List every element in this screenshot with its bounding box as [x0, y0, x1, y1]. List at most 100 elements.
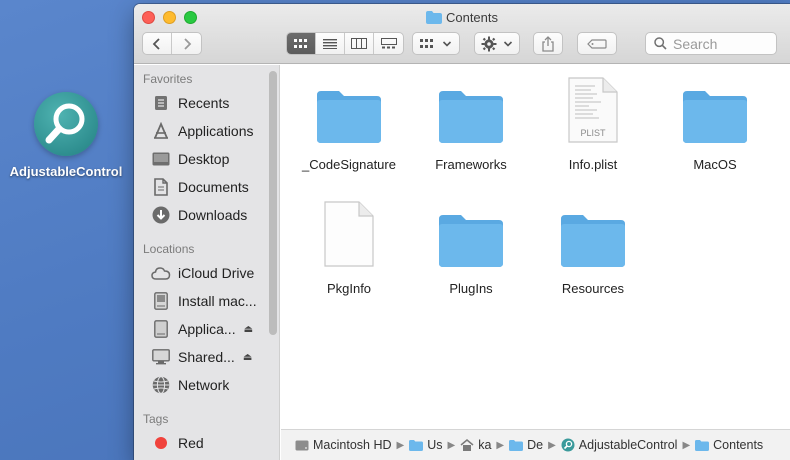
chevron-right-icon: [183, 37, 191, 50]
search-input[interactable]: [673, 35, 773, 52]
columns-icon: [351, 38, 367, 49]
forward-button[interactable]: [172, 33, 201, 54]
sidebar-item-label: Shared...: [178, 349, 235, 365]
sidebar-scrollbar[interactable]: [269, 71, 277, 335]
back-button[interactable]: [143, 33, 172, 54]
documents-icon: [151, 178, 171, 196]
gallery-view-button[interactable]: [374, 33, 403, 54]
sidebar-item-shared[interactable]: Shared... ⏏: [134, 343, 279, 371]
disk-icon: [151, 292, 171, 310]
file-item-macos[interactable]: MacOS: [659, 77, 771, 172]
home-icon: [460, 439, 474, 451]
eject-icon[interactable]: ⏏: [244, 324, 253, 335]
finder-window: Contents Search Favorites Recents Applic…: [134, 4, 790, 460]
path-crumb-label: Us: [427, 438, 443, 452]
file-item-pkginfo[interactable]: PkgInfo: [293, 201, 405, 296]
grid-icon: [420, 38, 433, 48]
path-crumb-label: AdjustableControl: [578, 438, 678, 452]
file-name: PkgInfo: [326, 281, 372, 296]
sidebar-item-applica[interactable]: Applica... ⏏: [134, 315, 279, 343]
list-icon: [323, 38, 337, 49]
document-icon: [293, 201, 405, 267]
sidebar-item-install-macos[interactable]: Install mac...: [134, 287, 279, 315]
chevron-right-icon: ▶: [496, 439, 505, 451]
sidebar-item-label: Documents: [178, 179, 249, 195]
window-title: Contents: [134, 10, 790, 27]
folder-icon: [409, 439, 424, 451]
folder-icon: [415, 77, 527, 143]
file-name: Frameworks: [435, 157, 507, 172]
sidebar-item-downloads[interactable]: Downloads: [134, 201, 279, 229]
gallery-icon: [380, 38, 397, 49]
app-icon: [561, 438, 575, 452]
sidebar: Favorites Recents Applications Desktop D…: [134, 65, 280, 460]
tag-dot-icon: [151, 434, 171, 452]
gear-icon: [481, 36, 497, 51]
globe-icon: [151, 376, 171, 394]
sidebar-heading-locations: Locations: [143, 242, 195, 256]
file-item-resources[interactable]: Resources: [537, 201, 649, 296]
plist-document-icon: PLIST: [537, 77, 649, 143]
file-item-plugins[interactable]: PlugIns: [415, 201, 527, 296]
sidebar-heading-tags: Tags: [143, 412, 169, 426]
sidebar-item-icloud-drive[interactable]: iCloud Drive: [134, 259, 279, 287]
icon-view-button[interactable]: [287, 33, 316, 54]
chevron-right-icon: ▶: [682, 439, 691, 451]
title-bar: Contents: [134, 4, 790, 64]
tag-icon: [587, 38, 607, 49]
file-name: _CodeSignature: [302, 157, 396, 172]
sidebar-item-label: Install mac...: [178, 293, 257, 309]
path-crumb-home[interactable]: ka: [460, 438, 491, 452]
sidebar-item-label: Network: [178, 377, 230, 393]
edit-tags-button[interactable]: [577, 32, 617, 55]
sidebar-item-documents[interactable]: Documents: [134, 173, 279, 201]
file-name: MacOS: [693, 157, 737, 172]
chevron-right-icon: ▶: [548, 439, 556, 451]
path-crumb-users[interactable]: Us: [409, 438, 442, 452]
desktop-app-icon[interactable]: AdjustableControl: [0, 92, 132, 179]
list-view-button[interactable]: [316, 33, 345, 54]
sidebar-item-label: Desktop: [178, 151, 230, 167]
path-crumb-label: Macintosh HD: [313, 438, 392, 452]
search-field[interactable]: [645, 32, 777, 55]
action-menu-button[interactable]: [474, 32, 520, 55]
chevron-down-icon: [442, 40, 452, 47]
folder-icon: [695, 439, 710, 451]
desktop-icon: [151, 150, 171, 168]
file-name: Resources: [561, 281, 625, 296]
desktop-app-label: AdjustableControl: [9, 164, 123, 179]
sidebar-item-desktop[interactable]: Desktop: [134, 145, 279, 173]
sidebar-item-label: Downloads: [178, 207, 248, 223]
column-view-button[interactable]: [345, 33, 374, 54]
clock-icon: [151, 94, 171, 112]
path-crumb-adjustablecontrol[interactable]: AdjustableControl: [561, 438, 678, 452]
share-button[interactable]: [533, 32, 563, 55]
folder-icon: [537, 201, 649, 267]
sidebar-item-applications[interactable]: Applications: [134, 117, 279, 145]
sidebar-item-recents[interactable]: Recents: [134, 89, 279, 117]
sidebar-item-network[interactable]: Network: [134, 371, 279, 399]
file-item-info-plist[interactable]: PLIST Info.plist: [537, 77, 649, 172]
folder-icon: [509, 439, 524, 451]
path-bar: Macintosh HD ▶ Us ▶ ka ▶ De ▶ Adjustable…: [281, 429, 790, 460]
sidebar-item-label: iCloud Drive: [178, 265, 255, 281]
grid-icon: [294, 38, 307, 48]
sidebar-item-label: Applica...: [178, 321, 236, 337]
display-icon: [151, 348, 171, 366]
path-crumb-label: Contents: [713, 438, 764, 452]
search-icon: [654, 37, 667, 50]
path-crumb-label: ka: [478, 438, 492, 452]
path-crumb-desktop[interactable]: De: [509, 438, 543, 452]
path-crumb-contents[interactable]: Contents: [695, 438, 763, 452]
group-by-dropdown[interactable]: [412, 32, 460, 55]
file-item-codesignature[interactable]: _CodeSignature: [293, 77, 405, 172]
file-item-frameworks[interactable]: Frameworks: [415, 77, 527, 172]
path-crumb-label: De: [527, 438, 544, 452]
hd-icon: [295, 440, 309, 451]
folder-icon: [425, 11, 442, 27]
path-crumb-macintosh-hd[interactable]: Macintosh HD: [295, 438, 392, 452]
sidebar-item-tag-red[interactable]: Red: [134, 429, 279, 457]
plist-badge: PLIST: [580, 128, 606, 138]
magnifier-icon: [34, 92, 98, 156]
eject-icon[interactable]: ⏏: [243, 352, 252, 363]
